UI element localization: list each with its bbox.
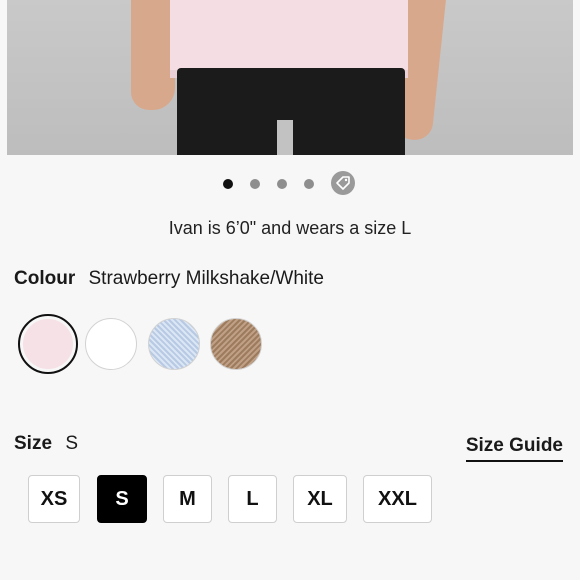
pants-gap: [277, 120, 293, 155]
carousel-dot-2[interactable]: [250, 179, 260, 189]
colour-row: Colour Strawberry Milkshake/White: [14, 268, 324, 290]
size-row: Size S: [14, 433, 78, 455]
size-option-xs[interactable]: XS: [28, 475, 80, 523]
size-guide-link[interactable]: Size Guide: [465, 435, 563, 462]
swatch-fill: [23, 319, 73, 369]
size-option-s[interactable]: S: [97, 475, 147, 523]
size-option-xl[interactable]: XL: [293, 475, 347, 523]
model-left-arm: [131, 0, 175, 110]
fit-note: Ivan is 6’0" and wears a size L: [168, 218, 412, 238]
swatch-strawberry-milkshake[interactable]: [18, 314, 78, 374]
size-selected-value: S: [65, 433, 78, 454]
size-option-l[interactable]: L: [228, 475, 277, 523]
swatch-tan[interactable]: [210, 318, 262, 370]
carousel-dot-4[interactable]: [304, 179, 314, 189]
swatch-white[interactable]: [85, 318, 137, 370]
size-option-xxl[interactable]: XXL: [363, 475, 432, 523]
carousel-indicators: [0, 171, 580, 195]
size-label: Size: [14, 433, 53, 454]
tag-icon[interactable]: [331, 171, 355, 195]
size-option-m[interactable]: M: [163, 475, 212, 523]
tag-icon-glyph: [336, 176, 350, 190]
swatch-light-blue[interactable]: [148, 318, 200, 370]
colour-selected-name: Strawberry Milkshake/White: [88, 268, 324, 289]
colour-label: Colour: [14, 268, 76, 289]
carousel-dot-3[interactable]: [277, 179, 287, 189]
carousel-dot-1[interactable]: [223, 179, 233, 189]
product-image[interactable]: [7, 0, 573, 155]
model-shirt: [170, 0, 408, 78]
